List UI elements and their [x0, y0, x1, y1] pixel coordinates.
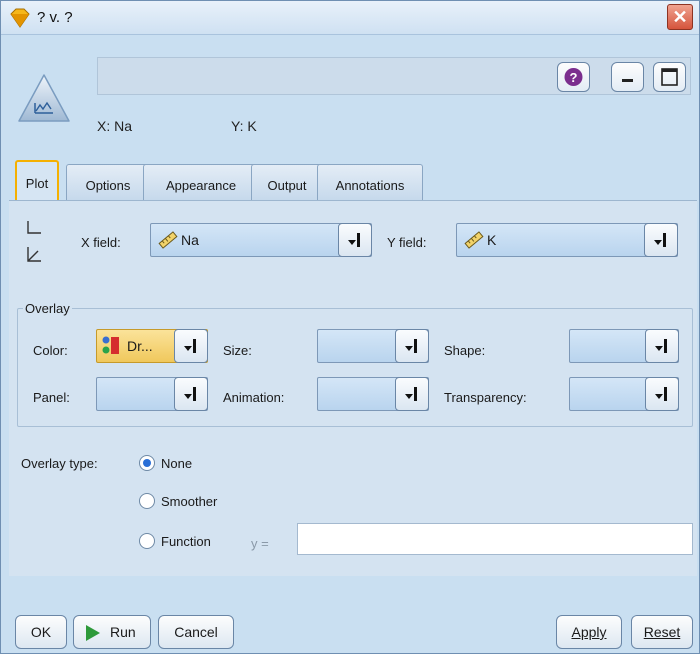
reset-button[interactable]: Reset: [631, 615, 693, 649]
plot-dialog-window: ? v. ? ✕ ? X: Na Y: K Plot Options Appea…: [0, 0, 700, 654]
dropdown-icon: [405, 387, 417, 401]
x-field-label: X field:: [81, 235, 121, 250]
diamond-node-icon: [10, 8, 30, 28]
tab-appearance[interactable]: Appearance: [143, 164, 259, 200]
animation-dropdown-button[interactable]: [395, 377, 429, 411]
title-bar: ? v. ? ✕: [1, 1, 699, 35]
help-button[interactable]: ?: [557, 62, 590, 92]
dropdown-icon: [348, 233, 360, 247]
x-field-select[interactable]: Na: [150, 223, 372, 257]
size-field-select[interactable]: [317, 329, 429, 363]
y-axis-info: Y: K: [231, 118, 257, 134]
svg-text:?: ?: [570, 70, 578, 85]
overlay-type-label: Overlay type:: [21, 456, 98, 471]
x-field-value: Na: [181, 232, 199, 248]
ruler-icon: [464, 231, 484, 249]
panel-dropdown-button[interactable]: [174, 377, 208, 411]
minimize-button[interactable]: [611, 62, 644, 92]
axis-icon: [27, 221, 41, 262]
size-dropdown-button[interactable]: [395, 329, 429, 363]
panel-label: Panel:: [33, 390, 70, 405]
overlay-type-smoother-radio[interactable]: [139, 493, 155, 509]
dropdown-icon: [184, 387, 196, 401]
dropdown-icon: [654, 233, 666, 247]
window-title: ? v. ?: [37, 9, 73, 26]
overlay-type-none-label: None: [161, 456, 193, 471]
tab-output[interactable]: Output: [251, 164, 323, 200]
shape-field-select[interactable]: [569, 329, 679, 363]
y-field-dropdown-button[interactable]: [644, 223, 678, 257]
overlay-type-function-radio[interactable]: [139, 533, 155, 549]
tab-annotations[interactable]: Annotations: [317, 164, 423, 200]
color-label: Color:: [33, 343, 68, 358]
transparency-label: Transparency:: [444, 390, 527, 405]
maximize-button[interactable]: [653, 62, 686, 92]
animation-label: Animation:: [223, 390, 285, 405]
y-field-select[interactable]: K: [456, 223, 678, 257]
overlay-legend: Overlay: [23, 301, 72, 316]
help-icon: ?: [564, 68, 583, 86]
function-prefix-label: y =: [251, 536, 269, 551]
color-dropdown-button[interactable]: [174, 329, 208, 363]
function-input[interactable]: [297, 523, 693, 555]
size-label: Size:: [223, 343, 252, 358]
cancel-button[interactable]: Cancel: [158, 615, 234, 649]
overlay-type-function-label: Function: [161, 534, 211, 549]
minimize-icon: [622, 79, 633, 82]
ok-button[interactable]: OK: [15, 615, 67, 649]
animation-field-select[interactable]: [317, 377, 429, 411]
color-field-select[interactable]: Dr...: [96, 329, 208, 363]
shape-dropdown-button[interactable]: [645, 329, 679, 363]
color-field-value: Dr...: [127, 338, 153, 354]
apply-button[interactable]: Apply: [556, 615, 622, 649]
plot-node-icon: [18, 74, 70, 122]
overlay-type-none-radio[interactable]: [139, 455, 155, 471]
dropdown-icon: [184, 339, 196, 353]
maximize-icon: [661, 68, 678, 86]
tab-options[interactable]: Options: [66, 164, 150, 200]
dropdown-icon: [655, 387, 667, 401]
x-field-dropdown-button[interactable]: [338, 223, 372, 257]
dropdown-icon: [655, 339, 667, 353]
dropdown-icon: [405, 339, 417, 353]
panel-field-select[interactable]: [96, 377, 208, 411]
overlay-type-smoother-label: Smoother: [161, 494, 218, 509]
transparency-dropdown-button[interactable]: [645, 377, 679, 411]
y-field-value: K: [487, 232, 497, 248]
tab-plot[interactable]: Plot: [15, 160, 59, 201]
run-button-label: Run: [110, 624, 136, 640]
close-button[interactable]: ✕: [667, 4, 693, 30]
x-axis-info: X: Na: [97, 118, 133, 134]
node-name-field[interactable]: [97, 57, 691, 95]
transparency-field-select[interactable]: [569, 377, 679, 411]
run-icon: [86, 625, 100, 641]
shape-label: Shape:: [444, 343, 486, 358]
close-icon: ✕: [672, 7, 688, 27]
y-field-label: Y field:: [387, 235, 427, 250]
flag-set-icon: [102, 336, 119, 354]
run-button[interactable]: Run: [73, 615, 151, 649]
ruler-icon: [158, 231, 178, 249]
